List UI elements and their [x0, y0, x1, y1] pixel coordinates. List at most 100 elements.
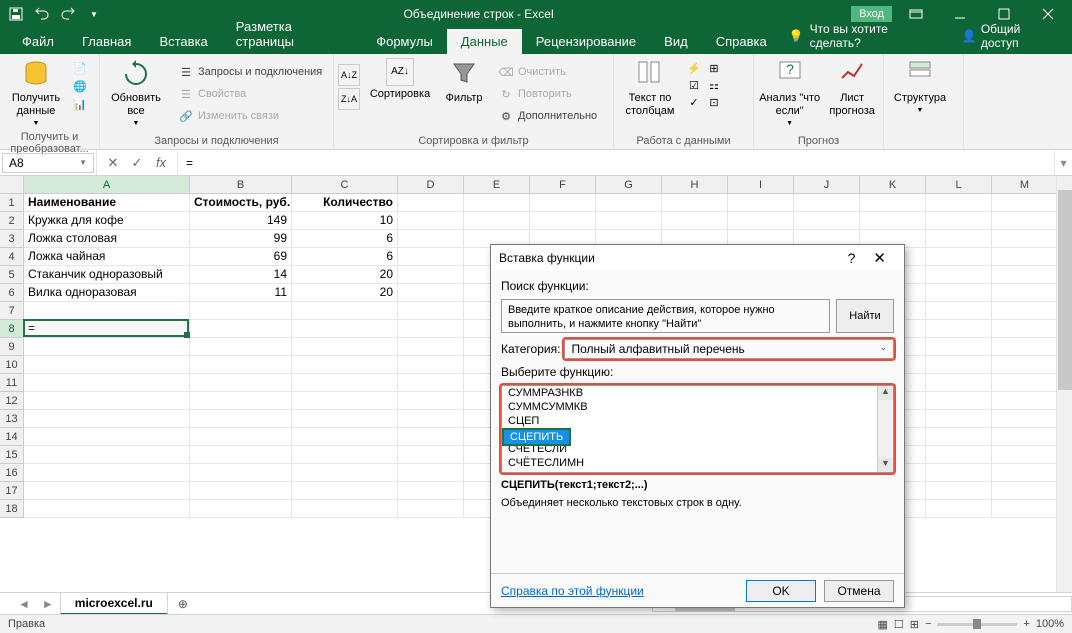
cell[interactable]	[24, 374, 190, 392]
data-validation-icon[interactable]: ✓	[686, 94, 702, 110]
zoom-slider[interactable]	[937, 623, 1017, 626]
cell[interactable]	[190, 464, 292, 482]
cell[interactable]	[398, 338, 464, 356]
cell[interactable]	[992, 266, 1058, 284]
cell[interactable]: Стаканчик одноразовый	[24, 266, 190, 284]
sheet-tab[interactable]: microexcel.ru	[60, 593, 168, 615]
cell[interactable]	[662, 212, 728, 230]
ribbon-tab-Главная[interactable]: Главная	[68, 29, 145, 54]
cell[interactable]	[292, 464, 398, 482]
cell[interactable]	[992, 212, 1058, 230]
get-data-button[interactable]: Получить данные▼	[4, 56, 68, 129]
cell[interactable]	[190, 500, 292, 518]
column-header[interactable]: H	[662, 176, 728, 194]
search-input[interactable]: Введите краткое описание действия, котор…	[501, 299, 830, 333]
find-button[interactable]: Найти	[836, 299, 894, 333]
cell[interactable]: 6	[292, 248, 398, 266]
cell[interactable]	[596, 194, 662, 212]
zoom-out-icon[interactable]: −	[925, 618, 931, 630]
row-header[interactable]: 6	[0, 284, 24, 302]
cell[interactable]	[530, 212, 596, 230]
cell[interactable]	[398, 194, 464, 212]
undo-icon[interactable]	[30, 2, 54, 26]
cell[interactable]	[992, 356, 1058, 374]
cell[interactable]	[292, 446, 398, 464]
cell[interactable]	[926, 194, 992, 212]
cancel-formula-icon[interactable]: ✕	[103, 155, 123, 171]
cell[interactable]	[926, 266, 992, 284]
cell[interactable]	[190, 482, 292, 500]
expand-formula-icon[interactable]: ▾	[1054, 150, 1072, 175]
cell[interactable]	[992, 446, 1058, 464]
cell[interactable]	[398, 410, 464, 428]
row-header[interactable]: 3	[0, 230, 24, 248]
cell[interactable]	[728, 212, 794, 230]
sort-button[interactable]: AZ↓ Сортировка	[364, 56, 436, 101]
cell[interactable]: Кружка для кофе	[24, 212, 190, 230]
cell[interactable]	[926, 500, 992, 518]
advanced-button[interactable]: ⚙Дополнительно	[492, 106, 603, 126]
flash-fill-icon[interactable]: ⚡	[686, 60, 702, 76]
name-box[interactable]: A8 ▼	[2, 153, 94, 173]
cell[interactable]	[992, 302, 1058, 320]
row-header[interactable]: 17	[0, 482, 24, 500]
cell[interactable]	[190, 338, 292, 356]
select-all-corner[interactable]	[0, 176, 24, 194]
cell[interactable]: Количество	[292, 194, 398, 212]
column-header[interactable]: D	[398, 176, 464, 194]
cell[interactable]	[992, 230, 1058, 248]
cell[interactable]	[292, 392, 398, 410]
cell[interactable]	[24, 302, 190, 320]
cell[interactable]	[926, 374, 992, 392]
cell[interactable]	[992, 428, 1058, 446]
remove-dup-icon[interactable]: ☑	[686, 77, 702, 93]
cell[interactable]	[926, 338, 992, 356]
cell[interactable]	[926, 410, 992, 428]
sort-az-button[interactable]: A↓Z	[338, 64, 360, 86]
forecast-button[interactable]: Лист прогноза	[825, 56, 879, 118]
prev-sheet-icon[interactable]: ◄	[12, 597, 36, 611]
cell[interactable]	[190, 428, 292, 446]
accept-formula-icon[interactable]: ✓	[127, 155, 147, 171]
cell[interactable]	[926, 230, 992, 248]
zoom-level[interactable]: 100%	[1036, 618, 1064, 630]
row-header[interactable]: 13	[0, 410, 24, 428]
formula-input[interactable]	[178, 154, 1054, 172]
view-layout-icon[interactable]: ☐	[894, 618, 904, 631]
cell[interactable]	[398, 482, 464, 500]
row-header[interactable]: 1	[0, 194, 24, 212]
cell[interactable]	[926, 284, 992, 302]
cell[interactable]	[24, 500, 190, 518]
column-header[interactable]: E	[464, 176, 530, 194]
cell[interactable]: Наименование	[24, 194, 190, 212]
help-link[interactable]: Справка по этой функции	[501, 584, 738, 598]
dialog-titlebar[interactable]: Вставка функции ? ✕	[491, 245, 904, 271]
insert-function-icon[interactable]: fx	[151, 155, 171, 170]
cell[interactable]	[926, 482, 992, 500]
column-header[interactable]: B	[190, 176, 292, 194]
row-header[interactable]: 4	[0, 248, 24, 266]
share-button[interactable]: 👤 Общий доступ	[954, 18, 1064, 54]
cell[interactable]	[992, 410, 1058, 428]
cell[interactable]	[992, 500, 1058, 518]
properties-button[interactable]: ☰Свойства	[172, 84, 328, 104]
cell[interactable]: Стоимость, руб.	[190, 194, 292, 212]
cell[interactable]	[292, 302, 398, 320]
cell[interactable]: 10	[292, 212, 398, 230]
cell[interactable]	[398, 248, 464, 266]
cell[interactable]	[24, 464, 190, 482]
function-item[interactable]: СЧЁТЕСЛИМН	[502, 456, 893, 470]
column-header[interactable]: L	[926, 176, 992, 194]
cell[interactable]	[292, 482, 398, 500]
cell[interactable]	[24, 482, 190, 500]
redo-icon[interactable]	[56, 2, 80, 26]
column-header[interactable]: C	[292, 176, 398, 194]
function-item[interactable]: СУММСУММКВ	[502, 400, 893, 414]
cell[interactable]	[190, 356, 292, 374]
cell[interactable]	[926, 212, 992, 230]
cell[interactable]: 6	[292, 230, 398, 248]
filter-button[interactable]: Фильтр	[440, 56, 488, 105]
cell[interactable]	[24, 392, 190, 410]
row-header[interactable]: 15	[0, 446, 24, 464]
cell[interactable]	[398, 320, 464, 338]
